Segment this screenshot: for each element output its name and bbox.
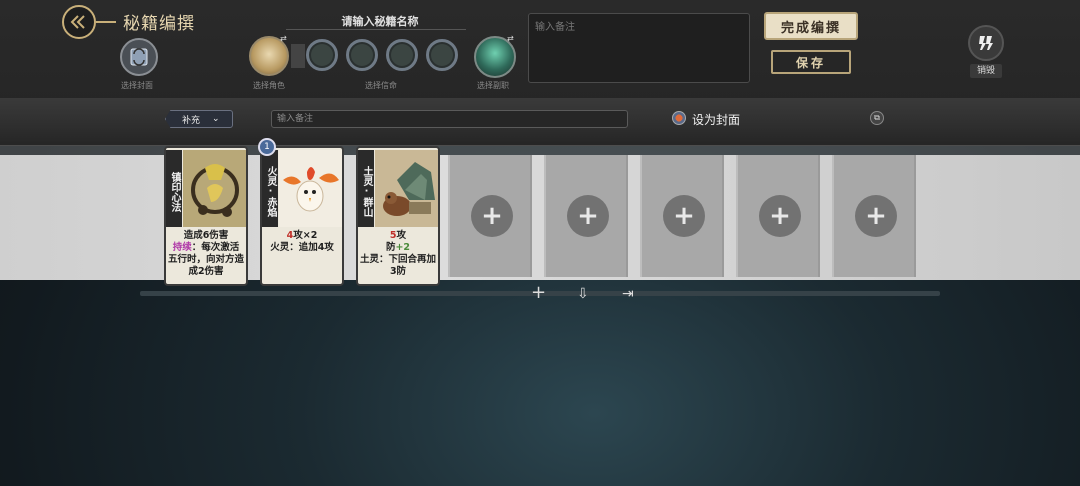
card-name: 镇印心法	[166, 150, 182, 227]
search-input[interactable]: 输入备注	[271, 110, 628, 128]
name-input[interactable]: 请输入秘籍名称	[300, 13, 460, 29]
card-desc-text: 攻	[396, 230, 407, 241]
chevron-down-icon: ⌄	[212, 114, 220, 124]
filter-dropdown[interactable]: 补充 ⌄	[165, 110, 233, 128]
card-desc-line: 5攻	[360, 230, 436, 242]
card-description: 5攻 防+2 土灵：下回合再加3防	[360, 230, 436, 278]
card-name: 土灵·群山	[358, 150, 374, 227]
card-cost-badge: 1	[258, 138, 276, 156]
back-arrow-icon	[70, 15, 85, 29]
add-card-icon[interactable]: +	[471, 195, 513, 237]
card-desc-line: 持续：每次激活五行时，向对方造成2伤害	[168, 242, 244, 278]
note-textarea[interactable]: 输入备注	[528, 13, 750, 83]
filter-label: 补充	[182, 115, 201, 126]
life-slot-2[interactable]	[346, 39, 378, 71]
cover-select-button[interactable]	[120, 38, 158, 76]
life-slot-3[interactable]	[386, 39, 418, 71]
life-slot-1[interactable]	[306, 39, 338, 71]
finish-button[interactable]: 完成编撰	[764, 12, 858, 40]
card-attack-value: 5	[389, 230, 397, 241]
back-button[interactable]	[62, 5, 96, 39]
card-description: 4攻×2 火灵：追加4攻	[264, 230, 340, 254]
empty-card-slot[interactable]: +	[544, 155, 628, 277]
save-button[interactable]: 保存	[771, 50, 851, 74]
character-divider	[291, 44, 305, 68]
add-card-icon[interactable]: +	[663, 195, 705, 237]
export-icon[interactable]: ⇥	[622, 286, 634, 302]
deck-band-shadow	[0, 145, 1080, 155]
deck-band	[0, 155, 1080, 280]
destroy-icon	[979, 36, 993, 50]
deck-card-3[interactable]: 土灵·群山 5攻 防+2 土灵：下回合再加3防	[356, 146, 440, 286]
guide-label: 选择副职	[477, 81, 509, 90]
note-placeholder: 输入备注	[535, 22, 575, 33]
empty-card-slot[interactable]: +	[448, 155, 532, 277]
import-icon[interactable]: ⇩	[577, 286, 589, 302]
destroy-label: 销毁	[970, 64, 1002, 78]
character-swap-icon[interactable]: ⇄	[280, 34, 287, 43]
add-card-button[interactable]: +	[531, 282, 546, 303]
card-desc-line: 造成6伤害	[183, 230, 229, 241]
set-cover-label[interactable]: 设为封面	[692, 111, 740, 128]
copy-icon[interactable]: ⧉	[870, 111, 884, 125]
add-card-icon[interactable]: +	[759, 195, 801, 237]
cover-icon	[130, 48, 148, 66]
card-name: 火灵·赤焰	[262, 150, 278, 227]
card-art-fire-spirit	[279, 150, 342, 227]
name-underline	[286, 29, 466, 30]
card-keyword: 持续	[172, 242, 192, 253]
life-slot-4[interactable]	[426, 39, 458, 71]
empty-card-slot[interactable]: +	[640, 155, 724, 277]
card-desc-line: 4攻×2	[264, 230, 340, 242]
character-label: 选择角色	[253, 81, 285, 90]
card-desc-line: 土灵：下回合再加3防	[360, 254, 437, 277]
deck-card-1[interactable]: 镇印心法 造成6伤害 持续：每次激活五行时，向对方造成2伤害	[164, 146, 248, 286]
card-desc-line: 防+2	[360, 242, 436, 254]
add-card-icon[interactable]: +	[855, 195, 897, 237]
card-description: 造成6伤害 持续：每次激活五行时，向对方造成2伤害	[168, 230, 244, 278]
card-art-earth-spirit	[375, 150, 438, 227]
empty-card-slot[interactable]: +	[736, 155, 820, 277]
card-defense-value: +2	[395, 242, 411, 253]
add-card-icon[interactable]: +	[567, 195, 609, 237]
cover-label: 选择封面	[121, 81, 153, 90]
card-desc-text: 攻×2	[293, 230, 318, 241]
deck-card-2[interactable]: 火灵·赤焰 4攻×2 火灵：追加4攻	[260, 146, 344, 286]
back-arrow-tail	[96, 21, 116, 23]
guide-swap-icon[interactable]: ⇄	[507, 34, 514, 43]
life-label: 选择信命	[365, 81, 397, 90]
empty-card-slot[interactable]: +	[832, 155, 916, 277]
page-title: 秘籍编撰	[123, 14, 195, 34]
card-art-seal	[183, 150, 246, 227]
destroy-button[interactable]	[968, 25, 1004, 61]
set-cover-radio[interactable]	[672, 111, 686, 125]
card-desc-line: 火灵：追加4攻	[270, 242, 334, 253]
